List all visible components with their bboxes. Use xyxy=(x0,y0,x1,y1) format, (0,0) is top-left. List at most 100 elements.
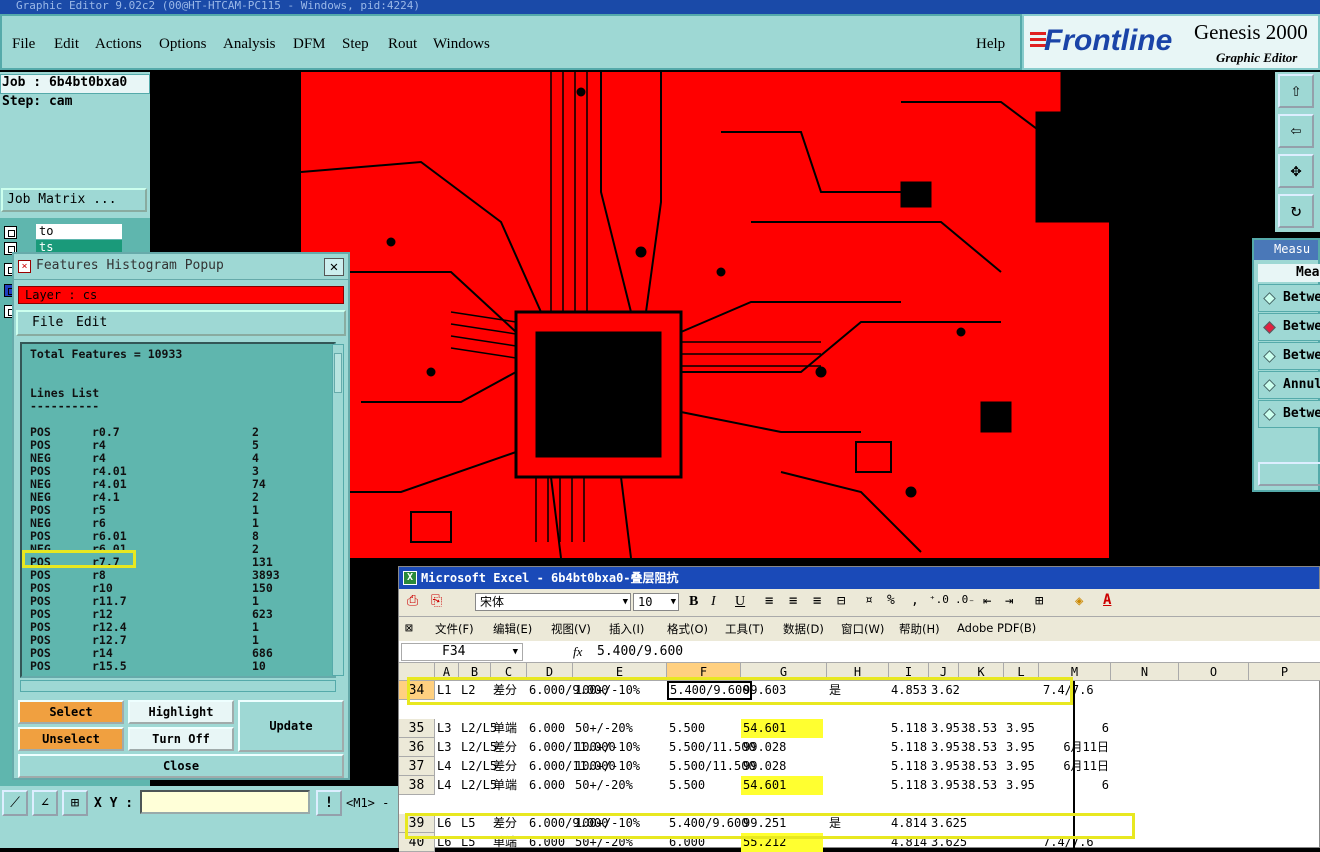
table-cell[interactable]: 3.95 xyxy=(1006,738,1035,757)
horizontal-scrollbar[interactable] xyxy=(20,680,336,692)
layer-row[interactable]: to xyxy=(2,224,124,240)
xl-menu-view[interactable]: 视图(V) xyxy=(551,621,591,637)
table-cell[interactable]: 6月11日 xyxy=(1043,738,1109,757)
align-center-icon[interactable]: ≡ xyxy=(789,593,797,609)
column-header-o[interactable]: O xyxy=(1179,663,1249,681)
menu-analysis[interactable]: Analysis xyxy=(223,36,276,53)
increase-indent-icon[interactable]: ⇥ xyxy=(1005,593,1013,609)
row-header[interactable]: 38 xyxy=(399,776,435,795)
menu-rout[interactable]: Rout xyxy=(388,36,417,53)
table-cell[interactable]: 6月11日 xyxy=(1043,757,1109,776)
formula-input[interactable]: 5.400/9.600 xyxy=(597,644,683,659)
menu-windows[interactable]: Windows xyxy=(433,36,490,53)
angle-tool-icon[interactable]: ∠ xyxy=(32,790,58,816)
menu-actions[interactable]: Actions xyxy=(95,36,142,53)
xl-menu-file[interactable]: 文件(F) xyxy=(435,621,474,637)
decrease-decimal-icon[interactable]: .0₋ xyxy=(955,593,975,606)
measure-option[interactable]: Betwe xyxy=(1258,342,1320,370)
table-cell[interactable]: 6.000 xyxy=(529,719,565,738)
table-cell[interactable]: L3 xyxy=(437,719,451,738)
table-cell[interactable]: L3 xyxy=(437,738,451,757)
alert-icon[interactable]: ! xyxy=(316,790,342,816)
popup-menu-edit[interactable]: Edit xyxy=(76,312,107,334)
table-cell[interactable]: 38.53 xyxy=(961,719,997,738)
table-cell[interactable]: 3.95 xyxy=(1006,719,1035,738)
table-cell[interactable]: 3.95 xyxy=(931,738,960,757)
align-left-icon[interactable]: ≡ xyxy=(765,593,773,609)
table-cell[interactable]: 100+/-10% xyxy=(575,738,640,757)
table-cell[interactable]: 5.118 xyxy=(891,719,927,738)
fill-color-icon[interactable]: ◈ xyxy=(1075,593,1083,609)
table-cell[interactable]: L2/L5 xyxy=(461,738,497,757)
layer-name[interactable]: to xyxy=(36,224,122,239)
xl-menu-window[interactable]: 窗口(W) xyxy=(841,621,884,637)
popup-menu-file[interactable]: File xyxy=(32,312,63,334)
highlight-button[interactable]: Highlight xyxy=(128,700,234,724)
font-size-select[interactable]: 10 ▼ xyxy=(633,593,679,611)
row-header[interactable]: 36 xyxy=(399,738,435,757)
table-cell[interactable]: 单端 xyxy=(493,719,517,738)
measure-option[interactable]: Annul xyxy=(1258,371,1320,399)
zoom-home-icon[interactable]: ⇧ xyxy=(1278,74,1314,108)
measure-tool-icon[interactable]: ⟋ xyxy=(2,790,28,816)
column-header-p[interactable]: P xyxy=(1249,663,1320,681)
pan-left-icon[interactable]: ⇦ xyxy=(1278,114,1314,148)
pcb-layer-view[interactable] xyxy=(300,71,1117,559)
table-cell[interactable]: 3.95 xyxy=(931,776,960,795)
measure-option[interactable]: Betwe xyxy=(1258,313,1320,341)
measure-option[interactable]: Betwe xyxy=(1258,400,1320,428)
table-cell[interactable]: 99.028 xyxy=(743,738,786,757)
decrease-indent-icon[interactable]: ⇤ xyxy=(983,593,991,609)
xl-menu-format[interactable]: 格式(O) xyxy=(667,621,708,637)
table-cell[interactable]: 单端 xyxy=(493,776,517,795)
job-matrix-button[interactable]: Job Matrix ... xyxy=(1,188,147,212)
xl-menu-insert[interactable]: 插入(I) xyxy=(609,621,644,637)
xl-menu-edit[interactable]: 编辑(E) xyxy=(493,621,532,637)
row-header[interactable]: 37 xyxy=(399,757,435,776)
pdf-icon[interactable]: ⎙ xyxy=(407,593,418,609)
menu-step[interactable]: Step xyxy=(342,36,369,53)
measure-option[interactable]: Betwe xyxy=(1258,284,1320,312)
spreadsheet-grid[interactable]: A B C D E F G H I J K L M N O P 34 L1 L2 差分 6.000/9.000 100+/… xyxy=(399,663,1320,852)
layer-checkbox[interactable] xyxy=(4,226,17,239)
table-cell[interactable]: 5.118 xyxy=(891,776,927,795)
table-cell[interactable]: L4 xyxy=(437,757,451,776)
menu-dfm[interactable]: DFM xyxy=(293,36,326,53)
merge-center-icon[interactable]: ⊟ xyxy=(837,593,845,609)
row-header[interactable]: 35 xyxy=(399,719,435,738)
table-cell[interactable]: 3.95 xyxy=(1006,776,1035,795)
table-cell[interactable]: L2/L5 xyxy=(461,776,497,795)
update-button[interactable]: Update xyxy=(238,700,344,752)
histogram-list[interactable]: Total Features = 10933 Lines List ------… xyxy=(20,342,336,678)
italic-icon[interactable]: I xyxy=(711,594,716,610)
redraw-icon[interactable]: ↻ xyxy=(1278,194,1314,228)
table-cell[interactable]: L2/L5 xyxy=(461,719,497,738)
font-name-select[interactable]: 宋体 ▼ xyxy=(475,593,631,611)
function-icon[interactable]: fx xyxy=(573,644,582,660)
comma-icon[interactable]: , xyxy=(911,593,919,608)
table-cell[interactable]: 54.601 xyxy=(741,719,823,738)
menu-help[interactable]: Help xyxy=(976,36,1005,53)
column-header-n[interactable]: N xyxy=(1111,663,1179,681)
xl-menu-adobe-pdf[interactable]: Adobe PDF(B) xyxy=(957,621,1036,635)
table-cell[interactable]: 54.601 xyxy=(741,776,823,795)
table-cell[interactable]: 差分 xyxy=(493,738,517,757)
table-cell[interactable]: 38.53 xyxy=(961,757,997,776)
measure-button[interactable] xyxy=(1258,462,1320,486)
turn-off-button[interactable]: Turn Off xyxy=(128,727,234,751)
pdf-convert-icon[interactable]: ⎘ xyxy=(431,593,442,609)
xl-menu-data[interactable]: 数据(D) xyxy=(783,621,824,637)
xl-menu-tools[interactable]: 工具(T) xyxy=(725,621,764,637)
table-cell[interactable]: 3.95 xyxy=(931,757,960,776)
excel-doc-icon[interactable]: ⊠ xyxy=(405,621,413,636)
unselect-button[interactable]: Unselect xyxy=(18,727,124,751)
close-button[interactable]: Close xyxy=(18,754,344,778)
table-cell[interactable]: 38.53 xyxy=(961,738,997,757)
increase-decimal-icon[interactable]: ⁺.0 xyxy=(929,593,949,606)
name-box[interactable]: F34 ▼ xyxy=(401,643,523,661)
underline-icon[interactable]: U xyxy=(735,594,745,610)
menu-options[interactable]: Options xyxy=(159,36,207,53)
table-cell[interactable]: 38.53 xyxy=(961,776,997,795)
table-cell[interactable]: 5.118 xyxy=(891,757,927,776)
xy-input[interactable] xyxy=(140,790,310,814)
